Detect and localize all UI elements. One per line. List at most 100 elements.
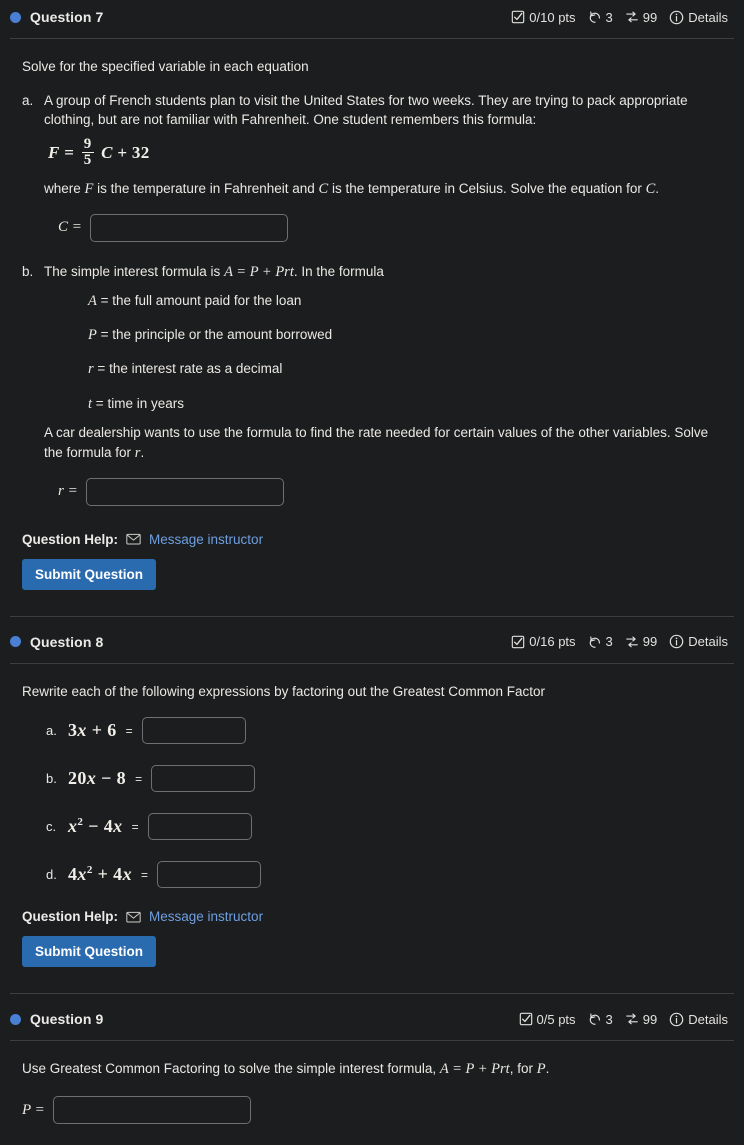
envelope-icon[interactable] (126, 911, 141, 923)
gcf-answer-input[interactable] (151, 765, 256, 793)
fraction-nine-fifths: 9 5 (81, 135, 94, 169)
attempts-value: 3 (605, 634, 613, 650)
part-a: a. A group of French students plan to vi… (22, 91, 728, 242)
prompt-text-1: Use Greatest Common Factoring to solve t… (22, 1061, 440, 1077)
gcf-answer-input[interactable] (147, 813, 252, 841)
answer-input-r[interactable] (85, 477, 284, 506)
vardef-symbol: r (88, 361, 94, 378)
vardef-description: the interest rate as a decimal (109, 361, 283, 377)
details-label[interactable]: Details (688, 10, 728, 25)
prompt-var-P: P (536, 1061, 546, 1078)
points-group: 0/10 pts (511, 9, 576, 25)
attempts-group: 3 (588, 634, 613, 649)
gcf-expression: 20x − 8 (68, 768, 127, 789)
gcf-row: a. 3x + 6 = (46, 717, 728, 745)
status-dot-icon (10, 1013, 21, 1025)
answer-input-c[interactable] (89, 213, 288, 242)
variable-definitions: A = the full amount paid for the loan P … (88, 293, 728, 414)
prompt-text-3: . (545, 1061, 550, 1077)
question-separator (10, 993, 734, 995)
vardef-equals: = (100, 326, 109, 342)
details-label[interactable]: Details (688, 1012, 728, 1027)
details-group[interactable]: Details (669, 10, 728, 25)
header-divider (10, 38, 734, 39)
shuffle-icon (625, 1012, 639, 1026)
question-help-row-8: Question Help: Message instructor (22, 909, 728, 924)
gcf-letter: b. (46, 771, 57, 787)
submit-question-button[interactable]: Submit Question (22, 558, 156, 590)
gcf-expression: x2 − 4x (68, 816, 123, 837)
gcf-letter: d. (46, 867, 57, 883)
where-var-C2: C (645, 180, 656, 197)
shuffle-icon (625, 635, 639, 649)
versions-value: 99 (642, 9, 658, 25)
points-value: 0/10 pts (529, 9, 576, 25)
gcf-list: a. 3x + 6 = b. 20x − 8 = c. x2 − 4x = d.… (46, 717, 728, 889)
info-circle-icon[interactable] (669, 10, 684, 25)
message-instructor-link[interactable]: Message instructor (149, 532, 263, 547)
question-title: Question 9 (30, 1011, 104, 1028)
part-b: b. The simple interest formula is A = P … (22, 262, 728, 506)
checkbox-checked-icon (511, 635, 525, 649)
vardef-row: r = the interest rate as a decimal (88, 361, 728, 378)
versions-value: 99 (642, 634, 658, 650)
points-value: 0/5 pts (536, 1011, 576, 1027)
gcf-answer-input[interactable] (157, 861, 261, 889)
closing-text-2: . (140, 444, 145, 460)
checkbox-checked-icon (511, 10, 525, 24)
question-prompt: Use Greatest Common Factoring to solve t… (22, 1059, 728, 1080)
part-b-formula-inline: A = P + Prt (224, 263, 294, 280)
question-body-7: Solve for the specified variable in each… (0, 57, 744, 590)
where-var-C1: C (318, 180, 329, 197)
details-group[interactable]: Details (669, 634, 728, 649)
points-value: 0/16 pts (529, 634, 576, 650)
parts-list: a. A group of French students plan to vi… (22, 91, 728, 506)
vardef-equals: = (97, 361, 106, 377)
question-title: Question 7 (30, 9, 104, 25)
question-body-8: Rewrite each of the following expression… (0, 682, 744, 968)
header-divider (10, 662, 734, 664)
envelope-icon[interactable] (126, 533, 141, 545)
versions-group: 99 (625, 634, 657, 649)
undo-arrow-icon (588, 1012, 602, 1026)
shuffle-icon (625, 10, 639, 24)
submit-question-button[interactable]: Submit Question (22, 936, 156, 968)
answer-input-p[interactable] (52, 1096, 251, 1125)
part-marker: a. (22, 92, 34, 108)
gcf-expression: 4x2 + 4x (68, 864, 132, 885)
vardef-symbol: A (88, 292, 97, 309)
checkbox-checked-icon (519, 1012, 533, 1026)
fahrenheit-formula: F = 9 5 C + 32 (48, 135, 728, 170)
prompt-text-2: , for (509, 1061, 537, 1077)
vardef-description: the principle or the amount borrowed (112, 326, 333, 342)
answer-row-p: P = (22, 1096, 728, 1125)
status-dot-icon (10, 11, 21, 23)
gcf-expression: 3x + 6 (68, 720, 117, 741)
message-instructor-link[interactable]: Message instructor (149, 909, 263, 924)
gcf-answer-input[interactable] (141, 717, 246, 745)
fraction-numerator: 9 (83, 135, 92, 152)
points-group: 0/16 pts (511, 634, 576, 650)
attempts-value: 3 (605, 1011, 613, 1027)
details-label[interactable]: Details (688, 634, 728, 649)
question-body-9: Use Greatest Common Factoring to solve t… (0, 1059, 744, 1125)
undo-arrow-icon (588, 10, 602, 24)
info-circle-icon[interactable] (669, 634, 684, 649)
gcf-row: b. 20x − 8 = (46, 765, 728, 793)
attempts-group: 3 (588, 1012, 613, 1027)
status-dot-icon (10, 636, 21, 648)
assignment-page: Question 7 0/10 pts 3 99 Details Solve f… (0, 0, 744, 1145)
question-block-7: Question 7 0/10 pts 3 99 Details Solve f… (0, 0, 744, 590)
answer-row-c: C = (58, 213, 728, 242)
details-group[interactable]: Details (669, 1012, 728, 1027)
fraction-denominator: 5 (81, 152, 94, 169)
vardef-row: t = time in years (88, 396, 728, 413)
question-header-left-8: Question 8 (10, 634, 103, 650)
formula-equals: = (64, 142, 75, 162)
part-b-closing: A car dealership wants to use the formul… (44, 423, 728, 464)
info-circle-icon[interactable] (669, 1012, 684, 1027)
gcf-equals: = (125, 723, 133, 738)
question-header-8: Question 8 0/16 pts 3 99 Details (0, 625, 744, 659)
question-meta-7: 0/10 pts 3 99 Details (511, 10, 728, 25)
where-text-4: . (655, 180, 660, 196)
